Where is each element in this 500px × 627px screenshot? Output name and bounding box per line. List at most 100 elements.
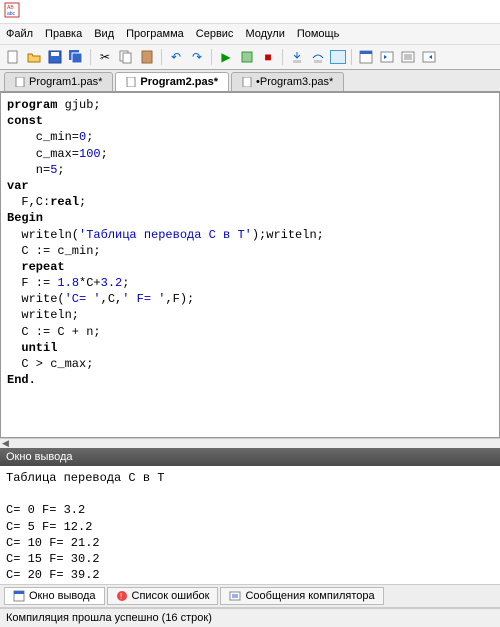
- output-panel[interactable]: Таблица перевода C в T C= 0 F= 3.2 C= 5 …: [0, 466, 500, 584]
- form-icon[interactable]: [357, 48, 375, 66]
- code-text: ;: [101, 147, 108, 161]
- menu-view[interactable]: Вид: [94, 28, 114, 40]
- compiler-messages-icon: [229, 590, 241, 602]
- toolbar-separator: [351, 49, 352, 65]
- output-line: Таблица перевода C в T: [6, 471, 164, 485]
- file-icon: [15, 77, 25, 87]
- output-tab-compiler[interactable]: Сообщения компилятора: [220, 587, 383, 605]
- code-editor[interactable]: program gjub; const c_min=0; c_max=100; …: [0, 92, 500, 438]
- output-tab-output[interactable]: Окно вывода: [4, 587, 105, 605]
- code-text: ,F);: [165, 292, 194, 306]
- compile-icon[interactable]: [238, 48, 256, 66]
- window-list-icon[interactable]: [399, 48, 417, 66]
- stop-icon[interactable]: ■: [259, 48, 277, 66]
- run-icon[interactable]: ▶: [217, 48, 235, 66]
- code-keyword: const: [7, 114, 43, 128]
- svg-text:!: !: [120, 592, 122, 601]
- output-tab-label: Сообщения компилятора: [245, 590, 374, 602]
- copy-icon[interactable]: [117, 48, 135, 66]
- code-string: ' F= ': [122, 292, 165, 306]
- code-keyword: until: [7, 341, 57, 355]
- toolbar-separator: [282, 49, 283, 65]
- code-text: writeln(: [7, 228, 79, 242]
- save-icon[interactable]: [46, 48, 64, 66]
- code-type: real: [50, 195, 79, 209]
- code-text: F :=: [7, 276, 57, 290]
- code-text: *C+: [79, 276, 101, 290]
- output-line: C= 10 F= 21.2: [6, 536, 100, 550]
- tab-label: Program1.pas*: [29, 76, 102, 88]
- paste-icon[interactable]: [138, 48, 156, 66]
- toolbar: ✂ ↶ ↷ ▶ ■: [0, 45, 500, 70]
- undo-icon[interactable]: ↶: [167, 48, 185, 66]
- menu-edit[interactable]: Правка: [45, 28, 82, 40]
- output-panel-title: Окно вывода: [0, 448, 500, 466]
- file-icon: [126, 77, 136, 87]
- open-folder-icon[interactable]: [25, 48, 43, 66]
- code-text: ;: [122, 276, 129, 290]
- code-keyword: Begin: [7, 211, 43, 225]
- save-all-icon[interactable]: [67, 48, 85, 66]
- statusbar: Компиляция прошла успешно (16 строк): [0, 608, 500, 627]
- menu-service[interactable]: Сервис: [196, 28, 234, 40]
- menubar: Файл Правка Вид Программа Сервис Модули …: [0, 24, 500, 45]
- code-keyword: var: [7, 179, 29, 193]
- menu-help[interactable]: Помощь: [297, 28, 340, 40]
- code-number: 1.8: [57, 276, 79, 290]
- code-string: 'Таблица перевода C в T': [79, 228, 252, 242]
- code-text: );writeln;: [252, 228, 324, 242]
- code-text: C := c_min;: [7, 244, 101, 258]
- tab-program2[interactable]: Program2.pas*: [115, 72, 229, 91]
- window-back-icon[interactable]: [378, 48, 396, 66]
- code-number: 100: [79, 147, 101, 161]
- code-text: writeln;: [7, 308, 79, 322]
- file-icon: [242, 77, 252, 87]
- step-over-icon[interactable]: [309, 48, 327, 66]
- code-text: write(: [7, 292, 65, 306]
- menu-file[interactable]: Файл: [6, 28, 33, 40]
- tab-label: Program2.pas*: [140, 76, 218, 88]
- code-keyword: repeat: [7, 260, 65, 274]
- output-line: C= 15 F= 30.2: [6, 552, 100, 566]
- menu-program[interactable]: Программа: [126, 28, 184, 40]
- code-text: c_max=: [7, 147, 79, 161]
- output-line: C= 20 F= 39.2: [6, 568, 100, 582]
- app-icon: ABabc: [4, 2, 20, 18]
- step-into-icon[interactable]: [288, 48, 306, 66]
- output-tab-label: Список ошибок: [132, 590, 210, 602]
- output-tab-label: Окно вывода: [29, 590, 96, 602]
- code-text: ,C,: [101, 292, 123, 306]
- output-tab-errors[interactable]: ! Список ошибок: [107, 587, 219, 605]
- output-tabs: Окно вывода ! Список ошибок Сообщения ко…: [0, 584, 500, 608]
- code-text: C > c_max;: [7, 357, 93, 371]
- code-string: 'C= ': [65, 292, 101, 306]
- window-forward-icon[interactable]: [420, 48, 438, 66]
- code-text: c_min=: [7, 130, 79, 144]
- output-line: C= 5 F= 12.2: [6, 520, 92, 534]
- code-text: ;: [57, 163, 64, 177]
- new-window-icon[interactable]: [330, 50, 346, 64]
- app-icon-bar: ABabc: [0, 0, 500, 24]
- code-text: n=: [7, 163, 50, 177]
- tab-program1[interactable]: Program1.pas*: [4, 72, 113, 91]
- code-text: F,C:: [7, 195, 50, 209]
- code-number: 3.2: [101, 276, 123, 290]
- tab-program3[interactable]: •Program3.pas*: [231, 72, 344, 91]
- editor-tabs: Program1.pas* Program2.pas* •Program3.pa…: [0, 70, 500, 92]
- redo-icon[interactable]: ↷: [188, 48, 206, 66]
- code-text: gjub;: [57, 98, 100, 112]
- toolbar-separator: [161, 49, 162, 65]
- svg-text:abc: abc: [7, 11, 16, 17]
- tab-label: •Program3.pas*: [256, 76, 333, 88]
- menu-modules[interactable]: Модули: [245, 28, 284, 40]
- output-line: C= 0 F= 3.2: [6, 503, 85, 517]
- new-file-icon[interactable]: [4, 48, 22, 66]
- code-text: ;: [86, 130, 93, 144]
- code-text: C := C + n;: [7, 325, 101, 339]
- toolbar-separator: [211, 49, 212, 65]
- toolbar-separator: [90, 49, 91, 65]
- horizontal-scrollbar[interactable]: ◀: [0, 438, 500, 448]
- code-keyword: End.: [7, 373, 36, 387]
- output-window-icon: [13, 590, 25, 602]
- cut-icon[interactable]: ✂: [96, 48, 114, 66]
